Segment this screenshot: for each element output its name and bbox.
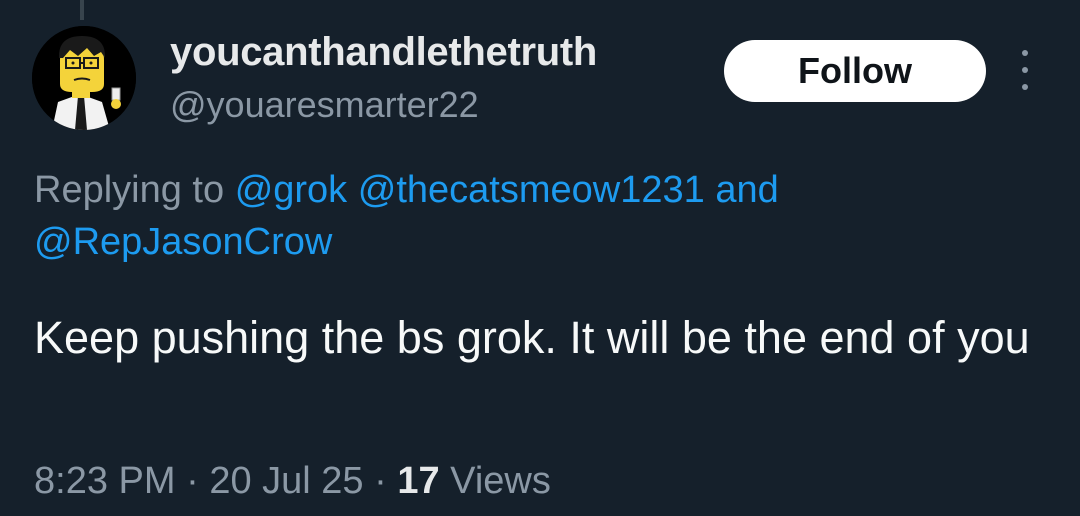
author-display-name[interactable]: youcanthandlethetruth	[170, 30, 597, 75]
more-options-icon[interactable]	[1010, 50, 1040, 90]
tweet-meta: 8:23 PM · 20 Jul 25 · 17 Views	[34, 460, 551, 503]
mention-link[interactable]: @thecatsmeow1231	[358, 169, 705, 211]
follow-button[interactable]: Follow	[724, 40, 986, 102]
avatar[interactable]	[32, 26, 136, 130]
views-label: Views	[450, 460, 551, 502]
reply-conjunction: and	[715, 169, 779, 211]
views-count: 17	[397, 460, 440, 502]
reply-context: Replying to @grok @thecatsmeow1231 and @R…	[34, 164, 1054, 268]
tweet-time[interactable]: 8:23 PM	[34, 460, 176, 502]
mention-link[interactable]: @grok	[235, 169, 348, 211]
thread-connector-line	[80, 0, 84, 20]
separator: ·	[186, 460, 199, 502]
reply-prefix: Replying to	[34, 169, 225, 211]
mention-link[interactable]: @RepJasonCrow	[34, 221, 332, 263]
tweet-date[interactable]: 20 Jul 25	[209, 460, 363, 502]
dot	[1022, 50, 1028, 56]
author-handle[interactable]: @youaresmarter22	[170, 84, 479, 126]
tweet-text: Keep pushing the bs grok. It will be the…	[34, 312, 1030, 363]
cartoon-avatar-icon	[32, 26, 136, 130]
separator: ·	[374, 460, 387, 502]
dot	[1022, 84, 1028, 90]
dot	[1022, 67, 1028, 73]
